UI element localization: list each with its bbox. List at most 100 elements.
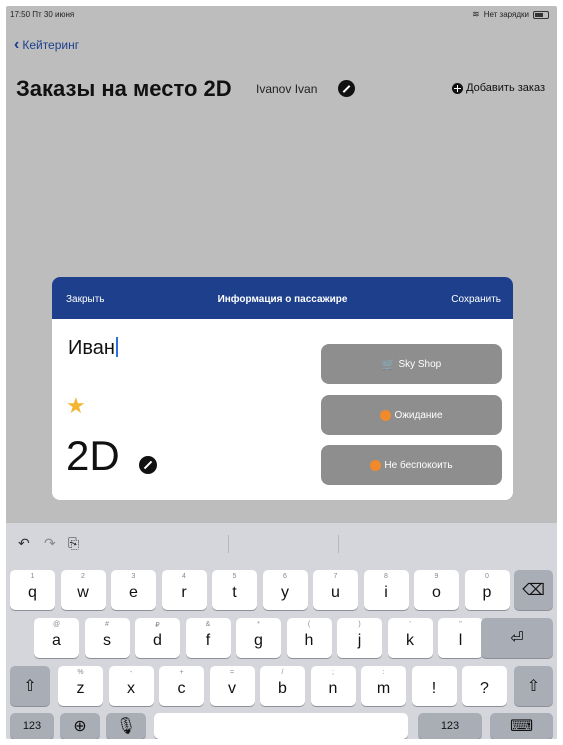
modal-title: Информация о пассажире (217, 294, 348, 305)
key-label: y (281, 584, 289, 601)
key-c[interactable]: + c (159, 666, 204, 706)
numbers-key-left[interactable]: 123 (10, 713, 54, 739)
key-hint: 2 (81, 573, 85, 580)
key-u[interactable]: 7u (313, 570, 358, 610)
key-f[interactable]: & f (185, 618, 231, 658)
save-button[interactable]: Сохранить (451, 294, 501, 305)
key-e[interactable]: 3e (111, 570, 156, 610)
key-label: d (153, 632, 162, 649)
key-k[interactable]: ' k (387, 618, 433, 658)
key-j[interactable]: ) j (337, 618, 382, 658)
key-hint: / (281, 669, 284, 676)
status-time: 17:50 Пт 30 июня (10, 10, 75, 19)
back-label: Кейтеринг (22, 38, 80, 52)
key-question[interactable]: ? (462, 666, 507, 706)
key-hint: @ (52, 621, 61, 628)
shift-key-right[interactable]: ⇧ (514, 666, 553, 706)
key-p[interactable]: 0p (464, 570, 510, 610)
page-title: Заказы на место 2D (16, 76, 232, 101)
key-d[interactable]: ₽ d (135, 618, 180, 658)
key-hint: * (257, 621, 260, 628)
undo-icon[interactable]: ↶ (18, 535, 30, 552)
mic-key[interactable]: 🎙 (106, 713, 146, 739)
key-hint: - (129, 669, 133, 676)
redo-icon[interactable]: ↷ (44, 535, 56, 552)
return-key[interactable]: ⏎ (481, 618, 553, 658)
status-right: ≋ Нет зарядки (472, 9, 549, 20)
key-q[interactable]: 1q (10, 570, 55, 610)
key-m[interactable]: :m (361, 666, 406, 706)
do-not-disturb-button[interactable]: Не беспокоить (321, 445, 502, 485)
key-hint: 9 (434, 573, 439, 580)
key-i[interactable]: 8i (363, 570, 409, 610)
key-hint: 0 (485, 573, 489, 580)
key-label: b (278, 680, 287, 697)
header: Заказы на место 2D Ivanov Ivan Добавить … (16, 76, 547, 106)
passenger-name-input[interactable]: Иван (68, 337, 118, 360)
dnd-label: Не беспокоить (384, 459, 453, 471)
key-hint: % (77, 669, 84, 676)
key-r[interactable]: 4r (161, 570, 207, 610)
keyboard-toolbar: ↶ ↷ ⎘ (6, 523, 557, 564)
back-button[interactable]: ‹ Кейтеринг (14, 37, 80, 53)
key-z[interactable]: % z (58, 666, 103, 706)
globe-key[interactable]: ⊕ (60, 713, 100, 739)
cart-icon: 🛒 (381, 358, 396, 371)
key-hint: ) (358, 621, 361, 628)
key-exclamation[interactable]: ! (411, 666, 457, 706)
key-label: 123 (440, 720, 460, 732)
key-label: o (432, 584, 441, 601)
key-label: ! (431, 680, 437, 697)
key-h[interactable]: (h (286, 618, 332, 658)
key-n[interactable]: ; n (310, 666, 356, 706)
key-l[interactable]: " l (438, 618, 483, 658)
key-label: ⌫ (522, 582, 545, 599)
keyboard: ↶ ↷ ⎘ 1 q 2 w 3 e 4 r 5 t 6 y 7 u 8 i 9 o 0 p ⌫ @ a # s ₽ d & f * g(h)… (6, 523, 557, 739)
key-x[interactable]: -x (108, 666, 154, 706)
key-hint: & (205, 621, 211, 628)
key-hint: 3 (131, 573, 136, 580)
key-hint: 5 (232, 573, 237, 580)
backspace-key[interactable]: ⌫ (514, 570, 553, 610)
key-b[interactable]: / b (260, 666, 305, 706)
key-a[interactable]: @ a (34, 618, 79, 658)
edit-user-icon[interactable] (338, 80, 355, 97)
key-y[interactable]: 6y (262, 570, 308, 610)
plus-circle-icon (452, 82, 464, 94)
key-label: n (328, 680, 338, 697)
key-label: ⌨ (509, 718, 534, 735)
key-label: c (177, 680, 186, 697)
key-hint: ' (409, 621, 411, 628)
waiting-button[interactable]: Ожидание (321, 395, 502, 435)
status-bar: 17:50 Пт 30 июня ≋ Нет зарядки (6, 6, 557, 22)
key-label: k (406, 632, 414, 649)
edit-seat-icon[interactable] (139, 456, 157, 474)
add-order-label: Добавить заказ (466, 82, 545, 94)
key-label: w (77, 584, 89, 601)
key-t[interactable]: 5t (212, 570, 257, 610)
toolbar-divider (338, 535, 339, 553)
user-name: Ivanov Ivan (256, 82, 318, 96)
key-hint: 8 (384, 573, 388, 580)
hide-keyboard-key[interactable]: ⌨ (490, 713, 553, 739)
key-label: f (205, 632, 211, 649)
key-v[interactable]: = v (209, 666, 255, 706)
paste-icon[interactable]: ⎘ (68, 535, 79, 552)
wifi-icon: ≋ (472, 9, 480, 19)
space-key[interactable] (154, 713, 408, 739)
key-o[interactable]: 9o (414, 570, 459, 610)
star-icon[interactable]: ★ (66, 395, 86, 417)
numbers-key-right[interactable]: 123 (418, 713, 482, 739)
key-hint: ( (307, 621, 311, 628)
key-label: ⊕ (73, 718, 87, 735)
key-g[interactable]: * g (236, 618, 281, 658)
key-s[interactable]: # s (84, 618, 130, 658)
key-label: 123 (22, 720, 42, 732)
add-order-button[interactable]: Добавить заказ (452, 82, 545, 94)
key-label: j (357, 632, 362, 649)
key-label: h (304, 632, 314, 649)
key-label: ? (480, 680, 489, 697)
shift-key-left[interactable]: ⇧ (10, 666, 50, 706)
key-w[interactable]: 2w (60, 570, 106, 610)
sky-shop-button[interactable]: 🛒 Sky Shop (321, 344, 502, 384)
